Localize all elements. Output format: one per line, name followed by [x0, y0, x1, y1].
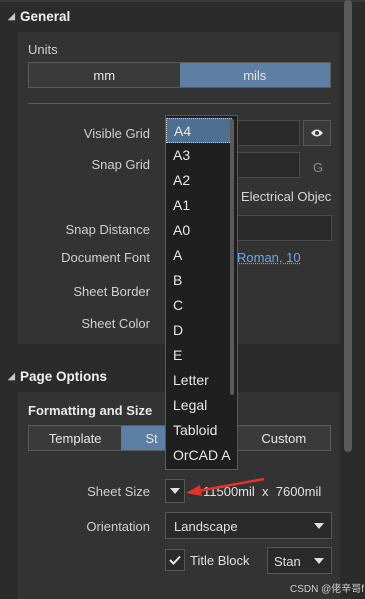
sheet-size-label: Sheet Size: [87, 484, 150, 499]
dropdown-item-c[interactable]: C: [166, 293, 232, 318]
title-block-select[interactable]: Stan: [267, 547, 332, 574]
orientation-label: Orientation: [86, 519, 150, 534]
dropdown-item-a1[interactable]: A1: [166, 193, 232, 218]
title-block-label: Title Block: [190, 553, 250, 568]
snap-grid-label: Snap Grid: [91, 157, 150, 172]
units-toggle: mm mils: [28, 62, 331, 88]
annotation-arrow-icon: [186, 477, 265, 496]
dropdown-scrollbar[interactable]: [230, 119, 234, 395]
chevron-down-icon: [314, 523, 324, 529]
visibility-toggle-button[interactable]: [303, 120, 331, 146]
sheet-color-label: Sheet Color: [81, 316, 150, 331]
formatting-size-label: Formatting and Size: [28, 403, 153, 418]
snap-distance-label: Snap Distance: [65, 222, 150, 237]
dropdown-item-orcad-a[interactable]: OrCAD A: [166, 443, 232, 468]
visible-grid-label: Visible Grid: [83, 126, 150, 141]
snap-grid-shortcut: G: [313, 160, 324, 175]
dropdown-item-legal[interactable]: Legal: [166, 393, 232, 418]
dropdown-item-a4[interactable]: A4: [166, 118, 232, 143]
general-section-header[interactable]: ◢ General: [0, 2, 340, 32]
snap-grid-input[interactable]: [236, 152, 300, 178]
dropdown-item-a[interactable]: A: [166, 243, 232, 268]
general-title: General: [20, 9, 71, 24]
sheet-size-dropdown-list: A4 A3 A2 A1 A0 A B C D E Letter Legal Ta…: [165, 115, 238, 470]
collapse-triangle-icon: ◢: [8, 11, 15, 21]
units-mils-button[interactable]: mils: [179, 63, 330, 87]
orientation-value: Landscape: [174, 519, 238, 534]
title-block-checkbox[interactable]: [165, 549, 185, 571]
units-label: Units: [28, 42, 58, 57]
dropdown-item-tabloid[interactable]: Tabloid: [166, 418, 232, 443]
electrical-objects-label: Electrical Objec: [241, 189, 332, 204]
chevron-down-icon: [314, 558, 324, 564]
dropdown-item-b[interactable]: B: [166, 268, 232, 293]
watermark: CSDN @佬辛哥f: [290, 584, 365, 595]
snap-distance-input[interactable]: [236, 215, 332, 241]
chevron-down-icon: [170, 488, 180, 494]
panel-scrollbar[interactable]: [344, 0, 352, 452]
document-font-link[interactable]: Roman, 10: [237, 250, 301, 265]
dropdown-item-e[interactable]: E: [166, 343, 232, 368]
document-font-label: Document Font: [61, 250, 150, 265]
dropdown-item-a2[interactable]: A2: [166, 168, 232, 193]
dropdown-item-letter[interactable]: Letter: [166, 368, 232, 393]
dropdown-item-a0[interactable]: A0: [166, 218, 232, 243]
visible-grid-input[interactable]: [236, 120, 300, 146]
divider: [28, 103, 331, 104]
tab-custom[interactable]: Custom: [237, 426, 330, 450]
orientation-select[interactable]: Landscape: [165, 512, 332, 539]
checkmark-icon: [169, 555, 181, 565]
dropdown-item-d[interactable]: D: [166, 318, 232, 343]
title-block-value: Stan: [274, 554, 301, 569]
sheet-border-label: Sheet Border: [73, 284, 150, 299]
collapse-triangle-icon: ◢: [8, 371, 15, 381]
tab-template[interactable]: Template: [29, 426, 122, 450]
dropdown-item-a3[interactable]: A3: [166, 143, 232, 168]
page-options-title: Page Options: [20, 369, 108, 384]
units-mm-button[interactable]: mm: [29, 63, 180, 87]
eye-icon: [311, 129, 323, 137]
